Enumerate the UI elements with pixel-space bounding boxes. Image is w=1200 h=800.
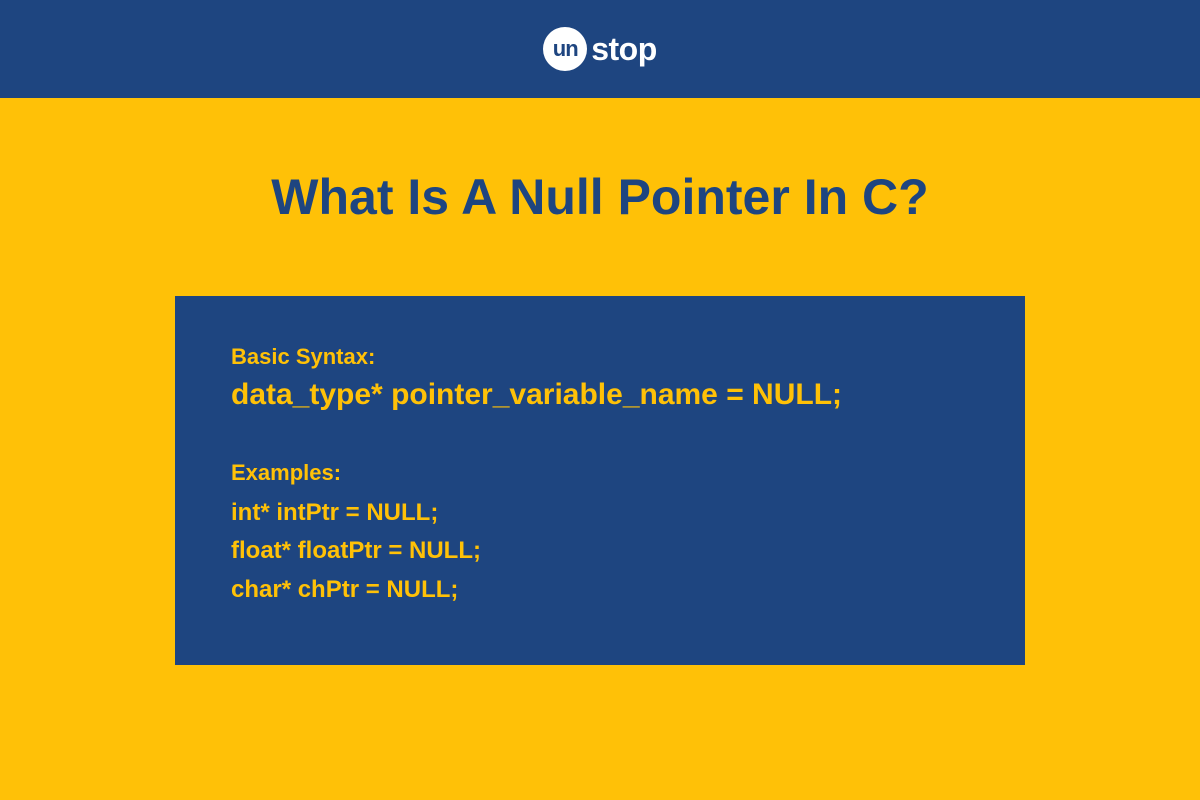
logo-circle-text: un [553, 36, 578, 62]
brand-logo: un stop [543, 27, 657, 71]
example-line: int* intPtr = NULL; [231, 494, 969, 532]
code-box: Basic Syntax: data_type* pointer_variabl… [175, 296, 1025, 665]
main-content: What Is A Null Pointer In C? Basic Synta… [0, 98, 1200, 800]
logo-circle-icon: un [543, 27, 587, 71]
page-title: What Is A Null Pointer In C? [271, 168, 928, 226]
example-line: char* chPtr = NULL; [231, 571, 969, 609]
header-bar: un stop [0, 0, 1200, 98]
logo-brand-text: stop [591, 31, 657, 68]
examples-label: Examples: [231, 460, 969, 486]
syntax-label: Basic Syntax: [231, 344, 969, 370]
syntax-code: data_type* pointer_variable_name = NULL; [231, 378, 969, 412]
example-line: float* floatPtr = NULL; [231, 532, 969, 570]
